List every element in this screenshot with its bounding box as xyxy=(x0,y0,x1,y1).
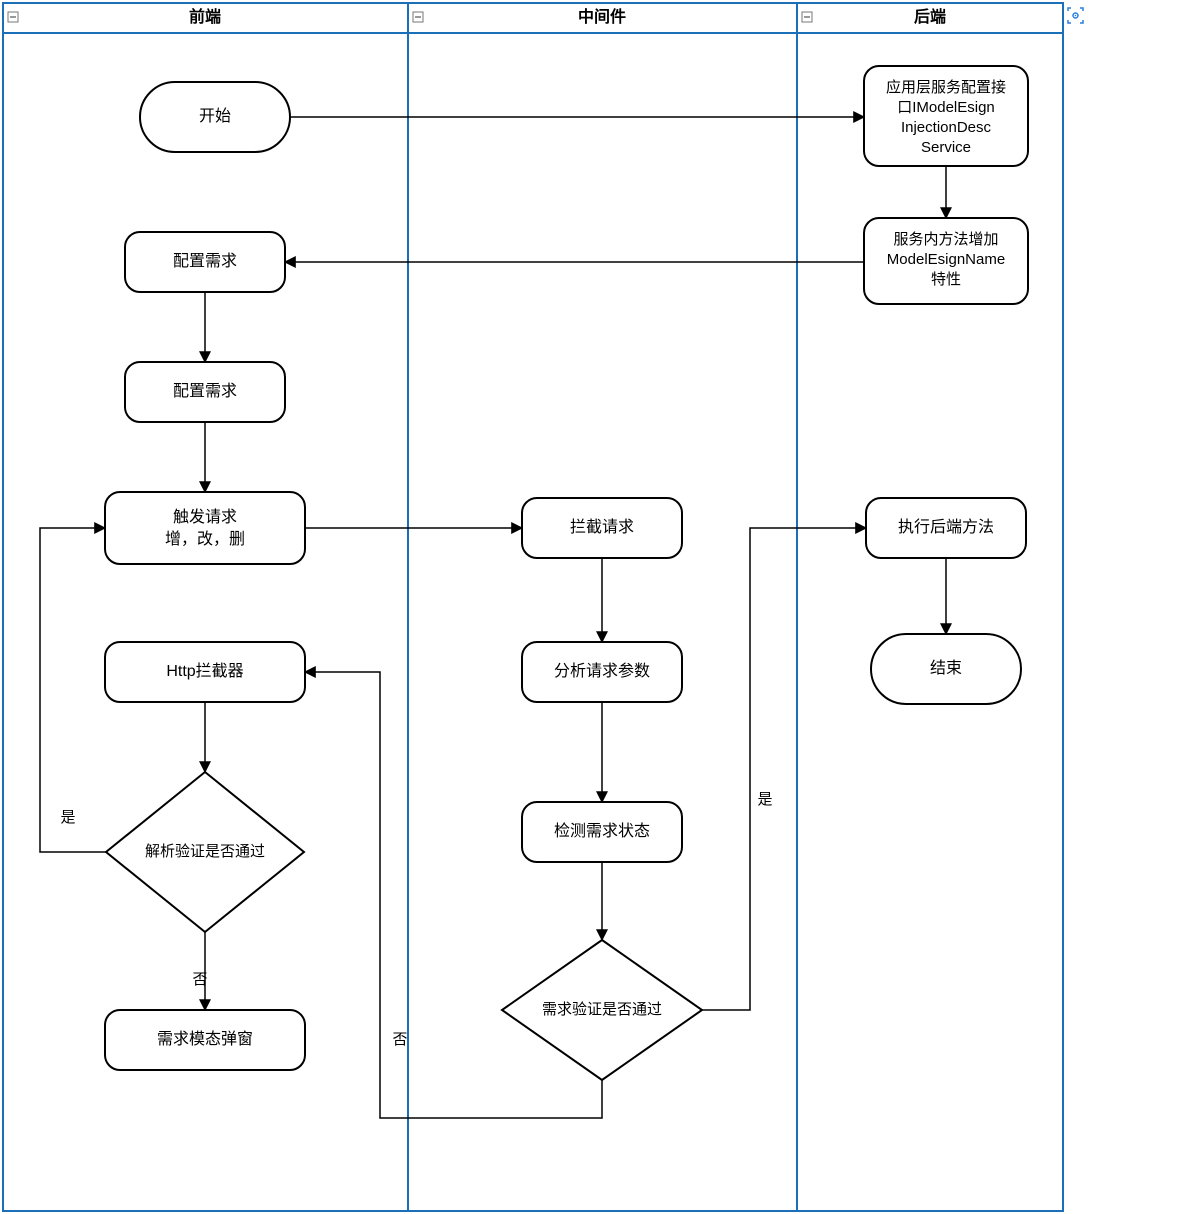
lane-collapse-icon[interactable] xyxy=(413,12,423,22)
node-start-label: 开始 xyxy=(199,107,231,125)
lane-title-middleware: 中间件 xyxy=(578,7,626,26)
edge-decfe-no-label: 否 xyxy=(192,971,207,988)
lane-title-frontend: 前端 xyxy=(189,7,221,26)
node-config1-label: 配置需求 xyxy=(173,252,237,270)
node-trigger-l2: 增，改，删 xyxy=(165,530,245,548)
node-svc-l4: Service xyxy=(921,139,971,156)
node-decision-fe-label: 解析验证是否通过 xyxy=(145,843,265,860)
edge-decmw-no-label: 否 xyxy=(392,1031,407,1048)
edge-decmw-yes-label: 是 xyxy=(757,791,772,808)
lane-collapse-icon[interactable] xyxy=(8,12,18,22)
node-svc-l1: 应用层服务配置接 xyxy=(886,78,1006,96)
node-decision-mw-label: 需求验证是否通过 xyxy=(542,1001,662,1018)
node-modal-label: 需求模态弹窗 xyxy=(157,1030,253,1048)
node-intercept-label: 拦截请求 xyxy=(570,518,634,536)
edge-decmw-yes xyxy=(702,528,866,1010)
edge-decmw-no xyxy=(305,672,602,1118)
node-exec-label: 执行后端方法 xyxy=(898,518,994,536)
node-attr-l3: 特性 xyxy=(931,271,961,288)
node-check-state-label: 检测需求状态 xyxy=(554,822,650,840)
node-config2-label: 配置需求 xyxy=(173,382,237,400)
node-attr-l1: 服务内方法增加 xyxy=(893,231,998,248)
node-end-label: 结束 xyxy=(930,659,962,677)
node-analyze-label: 分析请求参数 xyxy=(554,662,650,680)
flowchart-diagram: 前端 中间件 后端 开始 配置需求 配置需求 触发请求 增，改，删 Http拦截… xyxy=(0,0,1180,1214)
lane-collapse-icon[interactable] xyxy=(802,12,812,22)
node-http-interceptor-label: Http拦截器 xyxy=(166,662,243,680)
node-trigger xyxy=(105,492,305,564)
node-svc-l3: InjectionDesc xyxy=(901,119,992,136)
node-trigger-l1: 触发请求 xyxy=(173,508,237,526)
lane-title-backend: 后端 xyxy=(914,7,946,26)
edge-decfe-yes-label: 是 xyxy=(60,809,75,826)
focus-icon[interactable] xyxy=(1068,8,1083,23)
node-attr-l2: ModelEsignName xyxy=(887,251,1005,268)
edge-decfe-yes xyxy=(40,528,106,852)
node-svc-l2: 口IModelEsign xyxy=(897,99,995,116)
